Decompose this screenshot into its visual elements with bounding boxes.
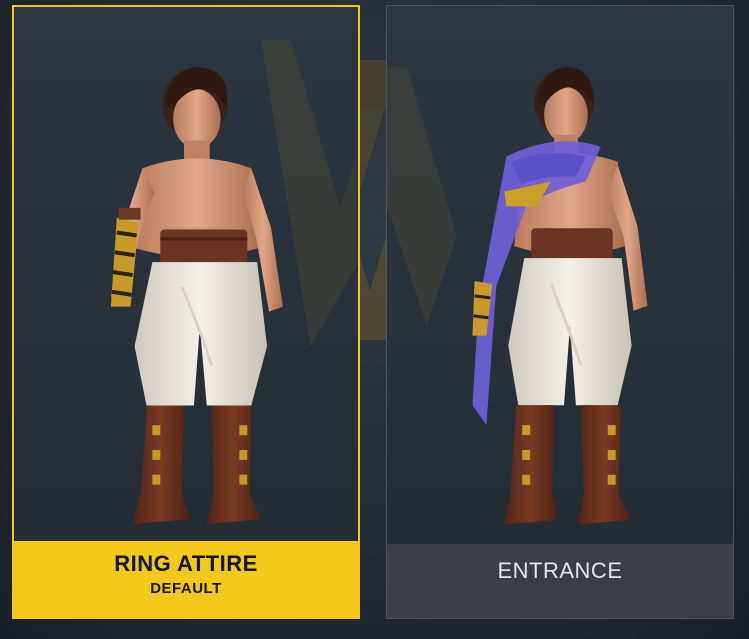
card-title: RING ATTIRE [114,551,258,576]
card-title: ENTRANCE [497,558,623,583]
wrestler-figure-ring-attire [110,67,283,525]
card-subtitle: DEFAULT [150,580,222,597]
ring-attire-label-bar[interactable]: RING ATTIRE DEFAULT [14,541,358,617]
ring-attire-card[interactable]: RING ATTIRE DEFAULT [12,5,360,619]
wrestler-figure-entrance [472,67,648,525]
entrance-label-bar[interactable]: ENTRANCE [387,544,733,618]
entrance-card[interactable]: ENTRANCE [386,5,734,619]
